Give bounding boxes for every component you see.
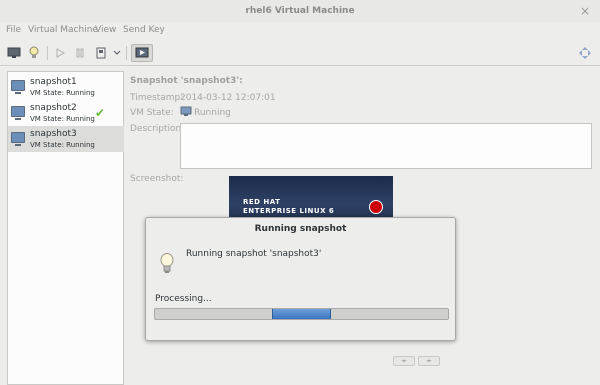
dropdown-chevron-icon[interactable] xyxy=(111,44,123,62)
timestamp-value: 2014-03-12 12:07:01 xyxy=(180,93,276,103)
snapshot-item-selected[interactable]: snapshot3 VM State: Running xyxy=(8,126,124,152)
shutdown-icon[interactable] xyxy=(93,44,109,62)
vmstate-value: Running xyxy=(194,108,231,118)
fullscreen-icon[interactable] xyxy=(577,44,593,62)
snapshots-icon[interactable] xyxy=(131,44,153,62)
snapshot-monitor-icon xyxy=(11,80,25,94)
menu-file[interactable]: File xyxy=(6,25,21,35)
screenshot-text-line2: ENTERPRISE LINUX 6 xyxy=(243,207,335,215)
snapshot-state: VM State: Running xyxy=(30,115,95,123)
progress-pulse xyxy=(272,309,331,319)
snapshot-name: snapshot3 xyxy=(30,129,77,139)
snapshot-item[interactable]: snapshot2 VM State: Running ✔ xyxy=(8,100,124,126)
description-field[interactable] xyxy=(180,123,592,169)
snapshot-state: VM State: Running xyxy=(30,89,95,97)
toolbar-separator xyxy=(126,46,127,60)
pause-icon[interactable] xyxy=(72,44,88,62)
timestamp-label: Timestamp: xyxy=(130,93,184,103)
dialog-title: Running snapshot xyxy=(254,224,347,234)
vmstate-label: VM State: xyxy=(130,108,174,118)
description-label: Description: xyxy=(130,124,185,134)
snapshot-monitor-icon xyxy=(11,132,25,146)
run-icon[interactable] xyxy=(52,44,68,62)
screenshot-text-line1: RED HAT xyxy=(243,198,281,206)
toolbar-separator xyxy=(47,46,48,60)
vmstate-monitor-icon xyxy=(180,106,192,120)
console-monitor-icon[interactable] xyxy=(5,44,23,62)
toolbar xyxy=(0,40,600,66)
snapshot-heading: Snapshot 'snapshot3': xyxy=(130,76,243,86)
lightbulb-icon xyxy=(160,253,174,278)
delete-snapshot-button[interactable]: ◂▸ xyxy=(418,356,440,366)
details-lightbulb-icon[interactable] xyxy=(25,44,43,62)
start-snapshot-button[interactable]: ◂▸ xyxy=(393,356,415,366)
snapshot-list: snapshot1 VM State: Running snapshot2 VM… xyxy=(7,71,124,385)
snapshot-item[interactable]: snapshot1 VM State: Running xyxy=(8,74,124,100)
snapshot-state: VM State: Running xyxy=(30,141,95,149)
snapshot-name: snapshot2 xyxy=(30,103,77,113)
menu-bar: File Virtual Machine View Send Key xyxy=(0,22,600,40)
redhat-logo-icon xyxy=(369,200,383,214)
menu-send-key[interactable]: Send Key xyxy=(123,25,165,35)
close-icon[interactable]: × xyxy=(578,0,592,22)
snapshot-name: snapshot1 xyxy=(30,77,77,87)
progress-bar xyxy=(154,308,449,320)
screenshot-label: Screenshot: xyxy=(130,174,184,184)
snapshot-monitor-icon xyxy=(11,106,25,120)
snapshot-action-buttons: ◂▸ ◂▸ xyxy=(393,356,440,366)
menu-virtual-machine[interactable]: Virtual Machine xyxy=(28,25,98,35)
title-bar: rhel6 Virtual Machine × xyxy=(0,0,600,22)
running-snapshot-dialog: Running snapshot Running snapshot 'snaps… xyxy=(145,217,456,341)
virt-manager-window: rhel6 Virtual Machine × File Virtual Mac… xyxy=(0,0,600,385)
menu-view[interactable]: View xyxy=(95,25,116,35)
window-title: rhel6 Virtual Machine xyxy=(245,6,355,16)
current-snapshot-check-icon: ✔ xyxy=(95,106,106,120)
dialog-message: Running snapshot 'snapshot3' xyxy=(186,249,322,259)
processing-label: Processing... xyxy=(155,294,212,304)
